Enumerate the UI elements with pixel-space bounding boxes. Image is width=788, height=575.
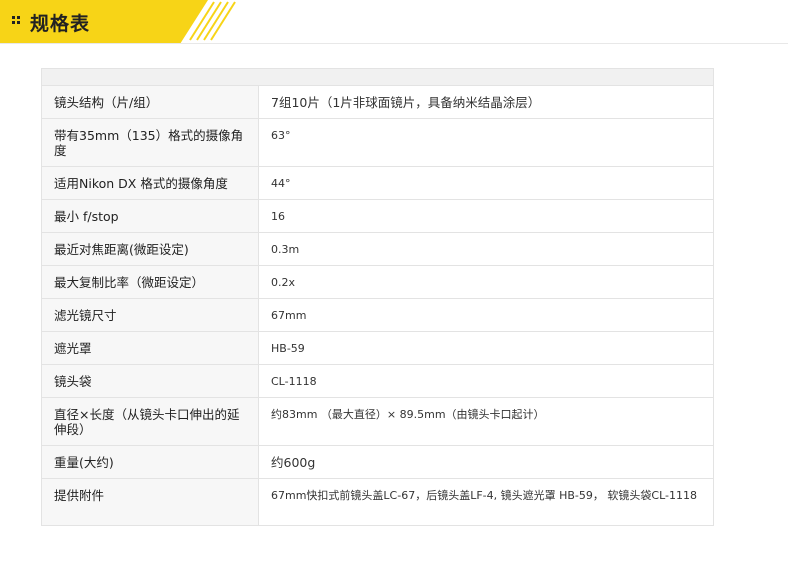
table-row: 直径×长度（从镜头卡口伸出的延伸段） 约83mm （最大直径）× 89.5mm（… xyxy=(41,397,714,446)
table-row: 滤光镜尺寸 67mm xyxy=(41,298,714,332)
bullet-icon xyxy=(12,16,20,24)
header-banner-shape xyxy=(0,0,788,44)
table-row: 最大复制比率（微距设定） 0.2x xyxy=(41,265,714,299)
table-row: 遮光罩 HB-59 xyxy=(41,331,714,365)
spec-value: 约600g xyxy=(258,445,714,479)
spec-label: 最大复制比率（微距设定） xyxy=(41,265,259,299)
spec-value: 约83mm （最大直径）× 89.5mm（由镜头卡口起计） xyxy=(258,397,714,446)
spec-value: HB-59 xyxy=(258,331,714,365)
spec-value: CL-1118 xyxy=(258,364,714,398)
spec-value: 16 xyxy=(258,199,714,233)
header-bar: 规格表 xyxy=(0,0,788,44)
spec-label: 带有35mm（135）格式的摄像角度 xyxy=(41,118,259,167)
spec-value: 7组10片（1片非球面镜片，具备纳米结晶涂层） xyxy=(258,85,714,119)
spec-label: 最近对焦距离(微距设定) xyxy=(41,232,259,266)
table-row: 重量(大约) 约600g xyxy=(41,445,714,479)
spec-value: 63° xyxy=(258,118,714,167)
spec-label: 最小 f/stop xyxy=(41,199,259,233)
spec-label: 镜头袋 xyxy=(41,364,259,398)
table-row: 最小 f/stop 16 xyxy=(41,199,714,233)
spec-value: 0.3m xyxy=(258,232,714,266)
spec-table: 镜头结构（片/组） 7组10片（1片非球面镜片，具备纳米结晶涂层） 带有35mm… xyxy=(41,68,714,526)
spec-label: 镜头结构（片/组） xyxy=(41,85,259,119)
spec-label: 遮光罩 xyxy=(41,331,259,365)
spec-value: 0.2x xyxy=(258,265,714,299)
table-row: 镜头结构（片/组） 7组10片（1片非球面镜片，具备纳米结晶涂层） xyxy=(41,85,714,119)
table-row: 提供附件 67mm快扣式前镜头盖LC-67，后镜头盖LF-4, 镜头遮光罩 HB… xyxy=(41,478,714,526)
spec-value: 67mm快扣式前镜头盖LC-67，后镜头盖LF-4, 镜头遮光罩 HB-59， … xyxy=(258,478,714,526)
table-top-strip xyxy=(41,68,714,86)
spec-value: 44° xyxy=(258,166,714,200)
table-row: 最近对焦距离(微距设定) 0.3m xyxy=(41,232,714,266)
table-row: 镜头袋 CL-1118 xyxy=(41,364,714,398)
table-row: 适用Nikon DX 格式的摄像角度 44° xyxy=(41,166,714,200)
table-row: 带有35mm（135）格式的摄像角度 63° xyxy=(41,118,714,167)
spec-label: 提供附件 xyxy=(41,478,259,526)
spec-label: 重量(大约) xyxy=(41,445,259,479)
page-title: 规格表 xyxy=(30,13,91,35)
spec-value: 67mm xyxy=(258,298,714,332)
spec-label: 直径×长度（从镜头卡口伸出的延伸段） xyxy=(41,397,259,446)
spec-label: 适用Nikon DX 格式的摄像角度 xyxy=(41,166,259,200)
spec-label: 滤光镜尺寸 xyxy=(41,298,259,332)
